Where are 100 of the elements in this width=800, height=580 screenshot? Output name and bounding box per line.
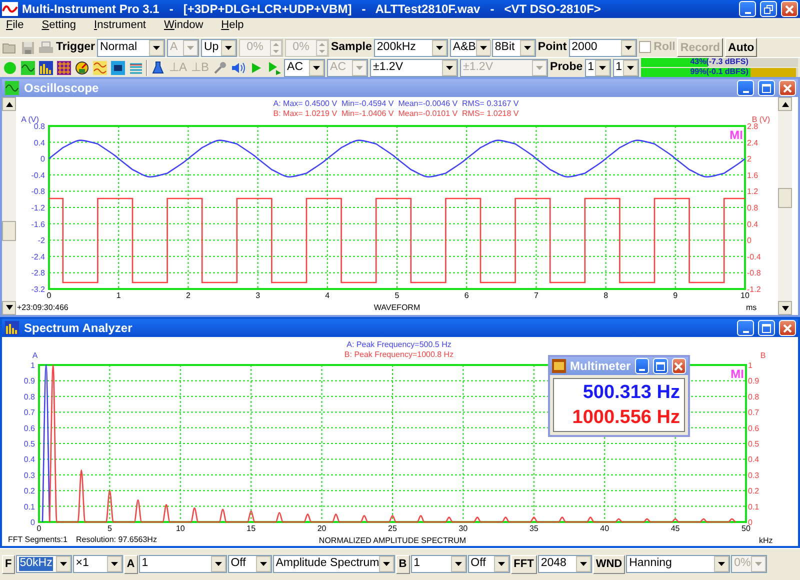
- close-button[interactable]: [779, 320, 796, 336]
- axis-tick-label: 3: [256, 291, 260, 300]
- axis-tick-label: 2: [747, 154, 752, 164]
- toolbar-label: WND: [592, 554, 626, 574]
- maximize-button[interactable]: [758, 80, 775, 96]
- dropdown[interactable]: Hanning: [626, 555, 730, 573]
- save-icon: [20, 40, 36, 56]
- sine-wave-icon: [4, 80, 20, 96]
- axis-tick-label: 30: [458, 524, 468, 533]
- dropdown[interactable]: 1: [612, 58, 639, 76]
- close-button[interactable]: [672, 358, 686, 374]
- axis-unit: kHz: [759, 536, 773, 544]
- dropdown[interactable]: Normal: [96, 38, 165, 56]
- wave-logo-icon: [2, 2, 18, 16]
- readout-text: B: Peak Frequency=1000.8 Hz: [344, 350, 454, 359]
- scrollbar[interactable]: [778, 97, 792, 315]
- scroll-down-button[interactable]: [2, 300, 16, 315]
- dropdown[interactable]: ±1.2V: [370, 58, 458, 76]
- record-dot-icon[interactable]: [2, 60, 18, 76]
- close-icon: [783, 324, 792, 332]
- minimize-button[interactable]: [634, 358, 650, 374]
- grid-icon[interactable]: [56, 60, 72, 76]
- axis-tick-label: 45: [670, 524, 680, 533]
- dropdown[interactable]: Off: [468, 555, 510, 573]
- axis-tick-label: 0.8: [747, 204, 758, 212]
- axis-tick-label: 15: [246, 524, 256, 533]
- menu-item[interactable]: Instrument: [92, 18, 148, 34]
- window-title: Multi-Instrument Pro 3.1 - [+3DP+DLG+LCR+UDP+VBM] - ALTTest2810F.wav - <VT DSO-2810F>: [22, 2, 602, 16]
- axis-tick-label: 0.5: [24, 440, 35, 448]
- minimize-icon: [744, 12, 750, 14]
- axis-tick-label: 1: [30, 361, 35, 370]
- maximize-icon: [762, 84, 771, 92]
- axis-tick-label: 0.1: [748, 502, 760, 512]
- scrollbar[interactable]: [2, 97, 16, 315]
- close-button[interactable]: [781, 1, 798, 17]
- dropdown[interactable]: Amplitude Spectrum: [272, 555, 395, 573]
- bar-chart-icon: [4, 320, 20, 336]
- maximize-button[interactable]: [758, 320, 775, 336]
- dropdown[interactable]: 2000: [568, 38, 637, 56]
- axis-tick-label: 2.4: [747, 138, 758, 148]
- maximize-icon: [762, 324, 771, 332]
- dropdown[interactable]: Off: [228, 555, 272, 573]
- toolbar-label: A: [124, 554, 138, 574]
- menu-item[interactable]: Help: [219, 18, 246, 34]
- axis-tick-label: 0: [747, 236, 752, 246]
- dropdown[interactable]: 8Bit: [492, 38, 536, 56]
- axis-tick-label: 0.8: [34, 122, 45, 131]
- menu-item[interactable]: Window: [162, 18, 206, 34]
- sine-wave-icon[interactable]: [20, 60, 36, 76]
- axis-tick-label: 0: [748, 518, 752, 527]
- dropdown[interactable]: 200kHz: [374, 38, 448, 56]
- axis-tick-label: 0: [40, 154, 45, 164]
- dropdown[interactable]: A&B: [450, 38, 490, 56]
- close-button[interactable]: [779, 80, 796, 96]
- dropdown[interactable]: 1: [584, 58, 611, 76]
- dropdown[interactable]: 50kHz: [16, 555, 72, 573]
- scroll-down-button[interactable]: [778, 301, 792, 315]
- minimize-button[interactable]: [737, 320, 754, 336]
- axis-tick-label: 40: [600, 524, 610, 533]
- toolbar-button[interactable]: Auto: [725, 38, 758, 57]
- axis-tick-label: 7: [534, 291, 538, 300]
- dropdown[interactable]: AC: [284, 58, 326, 76]
- axis-tick-label: 1.6: [747, 170, 758, 180]
- timestamp-text: +23:09:30:466: [17, 303, 68, 312]
- dropdown[interactable]: Up: [200, 38, 237, 56]
- close-icon: [674, 362, 684, 370]
- gauge-icon[interactable]: [74, 60, 90, 76]
- axis-tick-label: -1.6: [31, 220, 45, 229]
- minimize-button[interactable]: [737, 80, 754, 96]
- minimize-icon: [742, 90, 748, 92]
- axis-tick-label: 0.2: [748, 486, 760, 496]
- scroll-thumb[interactable]: [2, 221, 16, 242]
- dropdown[interactable]: ×1: [72, 555, 123, 573]
- restore-button[interactable]: [760, 1, 777, 17]
- axis-tick-label: 0.8: [748, 392, 760, 402]
- maximize-icon: [656, 362, 665, 370]
- menu-item[interactable]: File: [4, 18, 26, 34]
- printer-icon: [38, 40, 54, 56]
- axis-tick-label: 0.7: [748, 408, 760, 418]
- axis-tick-label: 0.3: [748, 470, 760, 480]
- axis-label: B: [760, 351, 766, 360]
- menu-item[interactable]: Setting: [40, 18, 78, 34]
- play-cursor-icon[interactable]: [266, 60, 282, 76]
- waveform-icon[interactable]: [92, 60, 108, 76]
- scroll-up-button[interactable]: [778, 97, 792, 111]
- scroll-thumb[interactable]: [778, 188, 792, 208]
- axis-tick-label: -2: [38, 236, 45, 246]
- dropdown[interactable]: 1: [410, 555, 467, 573]
- axis-tick-label: 0.9: [24, 376, 35, 386]
- chip-icon[interactable]: [110, 60, 126, 76]
- bar-chart-icon[interactable]: [38, 60, 54, 76]
- minimize-button[interactable]: [739, 1, 756, 17]
- dropdown[interactable]: 1: [138, 555, 227, 573]
- maximize-button[interactable]: [653, 358, 668, 374]
- probe-icon[interactable]: [212, 60, 228, 76]
- dropdown[interactable]: 2048: [538, 555, 592, 573]
- minimize-icon: [742, 330, 748, 332]
- toolbar-label: B: [396, 554, 410, 574]
- axis-tick-label: 4: [325, 291, 330, 300]
- scroll-up-button[interactable]: [2, 97, 16, 111]
